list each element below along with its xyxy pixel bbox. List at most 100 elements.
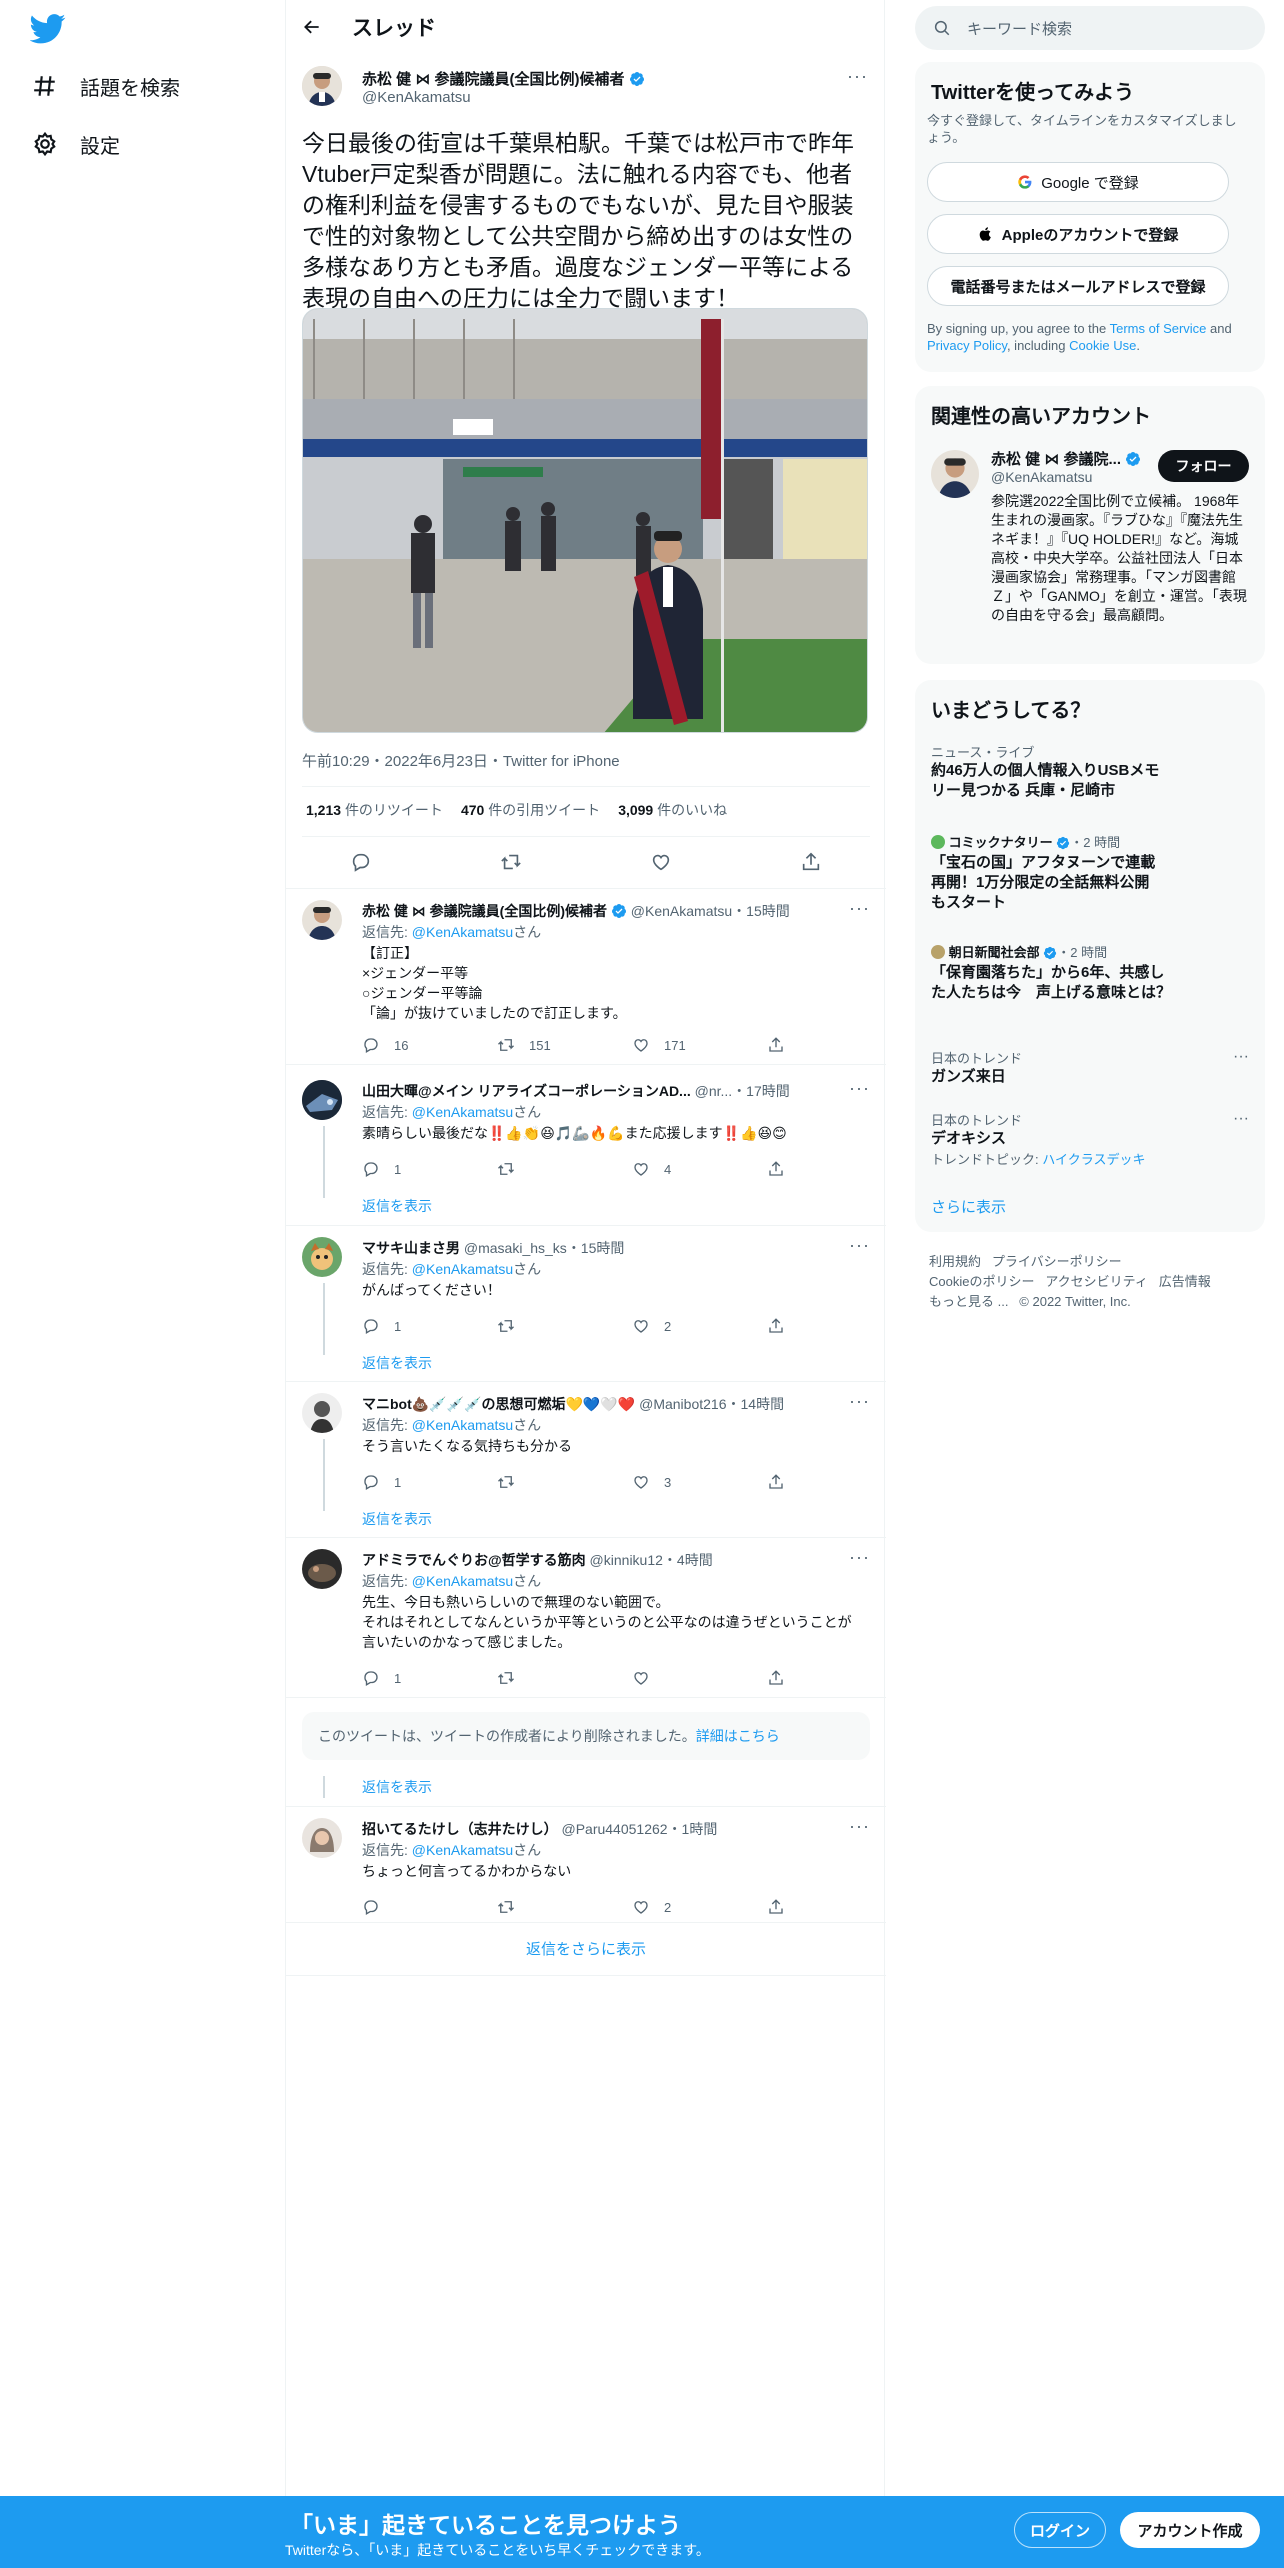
footer-link[interactable]: もっと見る ... (929, 1294, 1008, 1309)
reply-author-name[interactable]: 招いてるたけし（志井たけし） (362, 1821, 558, 1837)
like-button[interactable]: 2 (632, 1898, 767, 1916)
more-options-icon[interactable]: ··· (849, 898, 870, 919)
nav-explore[interactable]: 話題を検索 (32, 66, 180, 106)
retweet-button[interactable]: 151 (497, 1036, 632, 1054)
tweet-photo[interactable] (302, 308, 868, 733)
show-replies-link[interactable]: 返信を表示 (362, 1509, 432, 1529)
more-options-icon[interactable]: ··· (849, 1078, 870, 1099)
share-button[interactable] (767, 1898, 902, 1916)
retweet-button[interactable] (497, 1160, 632, 1178)
google-signup-button[interactable]: Google で登録 (927, 162, 1229, 202)
signup-button[interactable]: アカウント作成 (1120, 2512, 1260, 2548)
reply-time[interactable]: ・1時間 (668, 1821, 718, 1837)
avatar[interactable] (302, 66, 342, 106)
cookie-link[interactable]: Cookie Use (1069, 338, 1136, 353)
account-name[interactable]: 赤松 健 ⋈ 参議院... (991, 451, 1121, 468)
reply-time[interactable]: ・17時間 (732, 1083, 790, 1099)
likes-stat[interactable]: 3,099 件のいいね (618, 800, 727, 820)
search-input[interactable]: キーワード検索 (967, 18, 1072, 39)
terms-link[interactable]: Terms of Service (1110, 321, 1207, 336)
reply-time[interactable]: ・4時間 (663, 1552, 713, 1568)
more-options-icon[interactable]: ··· (849, 1816, 870, 1837)
reply-button[interactable]: 1 (362, 1473, 497, 1491)
reply-tweet[interactable]: 山田大暉@メイン リアライズコーポレーションAD... @nr...・17時間 … (286, 1064, 886, 1220)
retweet-button[interactable] (497, 1898, 632, 1916)
show-replies-link[interactable]: 返信を表示 (362, 1777, 432, 1797)
nav-settings[interactable]: 設定 (32, 124, 120, 164)
like-button[interactable]: 3 (632, 1473, 767, 1491)
reply-author-name[interactable]: 赤松 健 ⋈ 参議院議員(全国比例)候補者 (362, 903, 607, 919)
privacy-link[interactable]: Privacy Policy (927, 338, 1007, 353)
login-button[interactable]: ログイン (1014, 2512, 1106, 2548)
reply-button[interactable]: 16 (362, 1036, 497, 1054)
reply-time[interactable]: ・15時間 (567, 1240, 625, 1256)
follow-button[interactable]: フォロー (1158, 450, 1249, 482)
retweet-button[interactable] (497, 1669, 632, 1687)
show-more-trends-link[interactable]: さらに表示 (931, 1196, 1006, 1217)
reply-button[interactable]: 1 (362, 1669, 497, 1687)
trend-item[interactable]: コミックナタリー ・2 時間 「宝石の国」アフタヌーンで連載再開！1万分限定の全… (931, 832, 1249, 913)
share-button[interactable] (767, 1473, 902, 1491)
more-options-icon[interactable]: ··· (849, 1547, 870, 1568)
footer-link[interactable]: Cookieのポリシー (929, 1274, 1034, 1289)
share-icon[interactable] (800, 851, 822, 873)
trend-item[interactable]: 朝日新聞社会部 ・2 時間 「保育園落ちた」から6年、共感した人たちは今 声上げ… (931, 942, 1249, 1003)
search-box[interactable]: キーワード検索 (915, 6, 1265, 50)
avatar[interactable] (302, 1080, 342, 1120)
reply-tweet[interactable]: マニbot💩💉💉💉の思想可燃垢💛💙🤍❤️ @Manibot216・14時間 ··… (286, 1381, 886, 1537)
reply-author-name[interactable]: 山田大暉@メイン リアライズコーポレーションAD... (362, 1083, 691, 1099)
reply-author-name[interactable]: マニbot💩💉💉💉の思想可燃垢💛💙🤍❤️ (362, 1396, 635, 1412)
more-options-icon[interactable]: ··· (849, 1391, 870, 1412)
share-button[interactable] (767, 1669, 902, 1687)
trend-item[interactable]: ニュース・ライブ 約46万人の個人情報入りUSBメモリー見つかる 兵庫・尼崎市 (931, 742, 1249, 801)
twitter-logo-icon[interactable] (30, 14, 66, 44)
phone-email-signup-button[interactable]: 電話番号またはメールアドレスで登録 (927, 266, 1229, 306)
footer-link[interactable]: 広告情報 (1159, 1274, 1211, 1289)
reply-time[interactable]: ・14時間 (727, 1396, 785, 1412)
avatar[interactable] (302, 1393, 342, 1433)
like-button[interactable] (632, 1669, 767, 1687)
footer-link[interactable]: 利用規約 (929, 1254, 981, 1269)
back-arrow-icon[interactable] (302, 17, 322, 37)
retweets-stat[interactable]: 1,213 件のリツイート (306, 800, 443, 820)
retweet-button[interactable] (497, 1473, 632, 1491)
reply-author-name[interactable]: マサキ山まさ男 (362, 1240, 460, 1256)
footer-link[interactable]: アクセシビリティ (1045, 1274, 1148, 1289)
share-button[interactable] (767, 1160, 902, 1178)
show-replies-link[interactable]: 返信を表示 (362, 1196, 432, 1216)
like-button[interactable]: 4 (632, 1160, 767, 1178)
trend-item[interactable]: 日本のトレンド ガンズ来日 ··· (931, 1048, 1249, 1087)
reply-tweet[interactable]: 赤松 健 ⋈ 参議院議員(全国比例)候補者 @KenAkamatsu・15時間 … (286, 888, 886, 1064)
main-tweet-author[interactable]: 赤松 健 ⋈ 参議院議員(全国比例)候補者 (362, 68, 645, 89)
reply-button[interactable]: 1 (362, 1160, 497, 1178)
tweet-timestamp[interactable]: 午前10:29・2022年6月23日・Twitter for iPhone (302, 750, 620, 771)
details-link[interactable]: 詳細はこちら (696, 1726, 780, 1746)
reply-button[interactable] (362, 1898, 497, 1916)
more-options-icon[interactable]: ··· (1233, 1048, 1249, 1066)
retweet-button[interactable] (497, 1317, 632, 1335)
avatar[interactable] (302, 1818, 342, 1858)
reply-tweet[interactable]: 招いてるたけし（志井たけし） @Paru44051262・1時間 ··· 返信先… (286, 1806, 886, 1922)
trend-item[interactable]: 日本のトレンド デオキシス トレンドトピック: ハイクラスデッキ ··· (931, 1110, 1249, 1168)
reply-button[interactable]: 1 (362, 1317, 497, 1335)
reply-icon[interactable] (350, 851, 372, 873)
like-icon[interactable] (650, 851, 672, 873)
more-options-icon[interactable]: ··· (849, 1235, 870, 1256)
reply-time[interactable]: ・15時間 (732, 903, 790, 919)
like-button[interactable]: 171 (632, 1036, 767, 1054)
share-button[interactable] (767, 1036, 902, 1054)
avatar[interactable] (302, 1237, 342, 1277)
reply-tweet[interactable]: アドミラでんぐりお@哲学する筋肉 @kinniku12・4時間 ··· 返信先:… (286, 1537, 886, 1697)
avatar[interactable] (931, 450, 979, 498)
avatar[interactable] (302, 900, 342, 940)
show-replies-link[interactable]: 返信を表示 (362, 1353, 432, 1373)
reply-author-name[interactable]: アドミラでんぐりお@哲学する筋肉 (362, 1552, 586, 1568)
footer-link[interactable]: プライバシーポリシー (992, 1254, 1122, 1269)
show-more-replies-link[interactable]: 返信をさらに表示 (286, 1938, 886, 1959)
like-button[interactable]: 2 (632, 1317, 767, 1335)
avatar[interactable] (302, 1549, 342, 1589)
more-options-icon[interactable]: ··· (1233, 1110, 1249, 1128)
apple-signup-button[interactable]: Appleのアカウントで登録 (927, 214, 1229, 254)
quotes-stat[interactable]: 470 件の引用ツイート (461, 800, 600, 820)
more-options-icon[interactable]: ··· (847, 66, 868, 87)
